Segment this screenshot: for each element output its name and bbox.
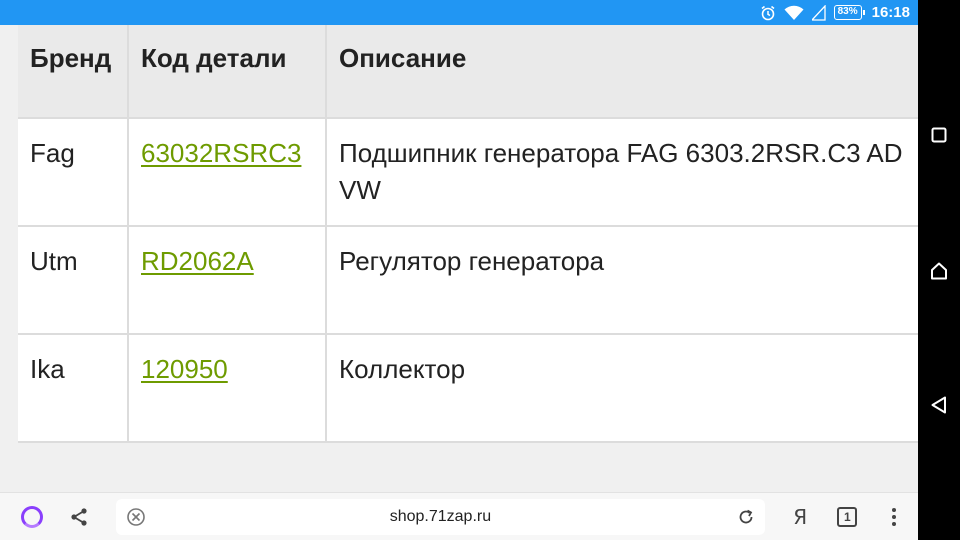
- back-button[interactable]: [918, 380, 960, 430]
- code-cell: RD2062A: [127, 225, 327, 335]
- home-icon: [931, 262, 947, 280]
- browser-toolbar: shop.71zap.ru Я 1: [0, 492, 918, 540]
- alice-button[interactable]: [8, 493, 55, 540]
- yandex-button[interactable]: Я: [777, 493, 824, 540]
- alarm-icon: [760, 5, 776, 21]
- menu-button[interactable]: [871, 493, 918, 540]
- home-button[interactable]: [918, 246, 960, 296]
- brand-cell: Ika: [18, 333, 129, 443]
- code-cell: 120950: [127, 333, 327, 443]
- brand-cell: Fag: [18, 117, 129, 227]
- stop-loading-icon[interactable]: [126, 507, 146, 527]
- signal-icon: [811, 4, 826, 21]
- system-nav-bar: [918, 0, 960, 540]
- wifi-icon: [784, 5, 804, 21]
- status-bar: 83% 16:18: [0, 0, 918, 25]
- yandex-icon: Я: [793, 504, 808, 529]
- column-header-description: Описание: [325, 25, 918, 119]
- part-code-link[interactable]: 120950: [141, 354, 228, 384]
- column-header-code: Код детали: [127, 25, 327, 119]
- url-text: shop.71zap.ru: [389, 507, 492, 525]
- description-cell: Регулятор генератора: [325, 225, 918, 335]
- code-cell: 63032RSRC3: [127, 117, 327, 227]
- alice-icon: [20, 505, 43, 528]
- reload-icon[interactable]: [737, 508, 755, 526]
- description-cell: Коллектор: [325, 333, 918, 443]
- tabs-icon: 1: [837, 506, 858, 527]
- table-row: Ika 120950 Коллектор: [18, 333, 918, 443]
- battery-icon: 83%: [833, 5, 865, 20]
- table-row: Utm RD2062A Регулятор генератора: [18, 225, 918, 335]
- recents-icon: [931, 127, 947, 143]
- tabs-button[interactable]: 1: [824, 493, 871, 540]
- address-bar[interactable]: shop.71zap.ru: [116, 498, 765, 535]
- recents-button[interactable]: [918, 110, 960, 160]
- menu-icon: [892, 507, 897, 526]
- share-button[interactable]: [55, 493, 102, 540]
- part-code-link[interactable]: RD2062A: [141, 246, 254, 276]
- description-cell: Подшипник генератора FAG 6303.2RSR.C3 AD…: [325, 117, 918, 227]
- column-header-brand: Бренд: [18, 25, 129, 119]
- parts-table: Бренд Код детали Описание Fag 63032RSRC3…: [18, 25, 918, 443]
- back-icon: [931, 396, 946, 414]
- table-row: Fag 63032RSRC3 Подшипник генератора FAG …: [18, 117, 918, 227]
- table-header-row: Бренд Код детали Описание: [18, 25, 918, 119]
- share-icon: [71, 507, 87, 526]
- clock: 16:18: [871, 4, 910, 21]
- brand-cell: Utm: [18, 225, 129, 335]
- part-code-link[interactable]: 63032RSRC3: [141, 138, 301, 168]
- web-page: Бренд Код детали Описание Fag 63032RSRC3…: [0, 25, 918, 492]
